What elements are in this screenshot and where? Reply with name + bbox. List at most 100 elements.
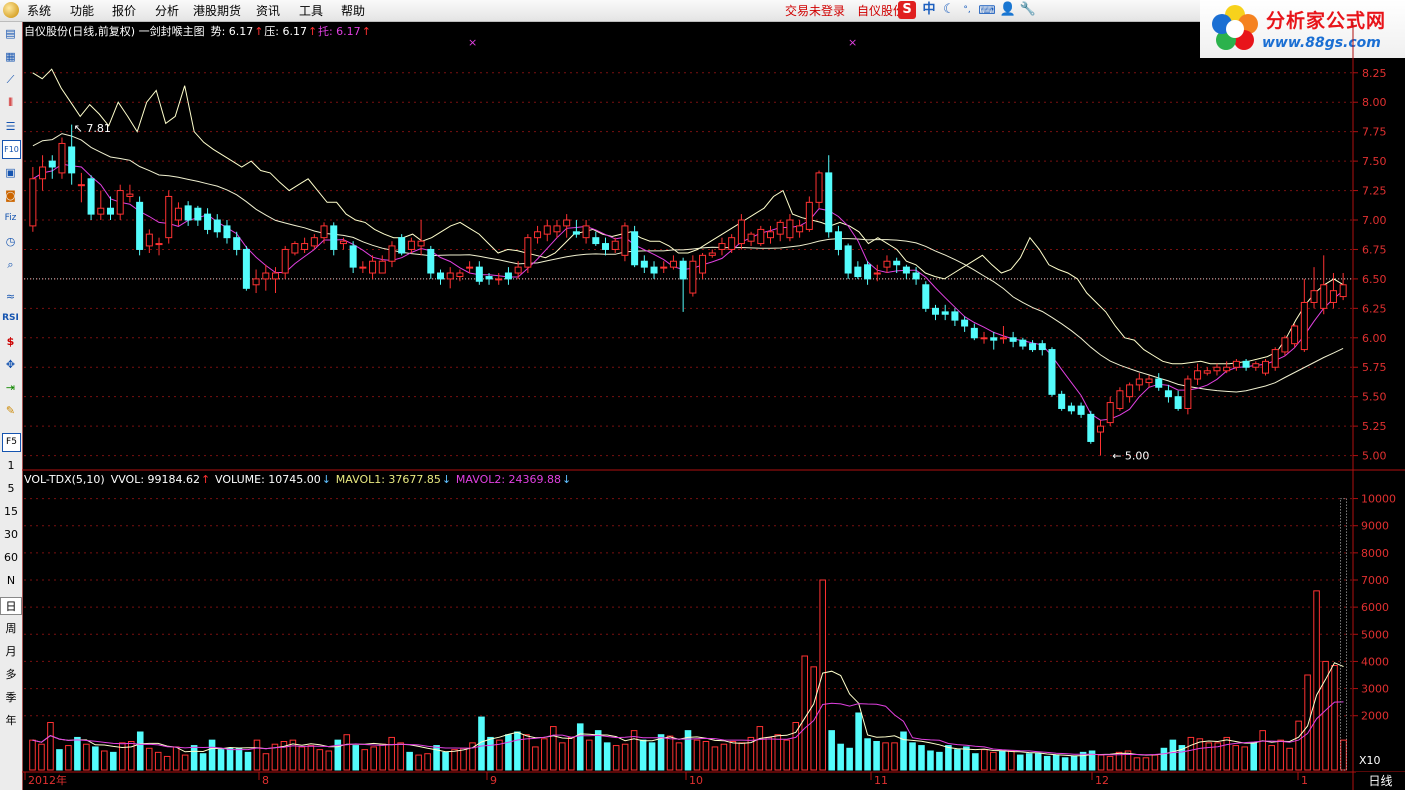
volume-bar <box>927 750 934 771</box>
volume-bar <box>954 749 961 771</box>
volume-bar <box>873 741 880 771</box>
volume-bar <box>702 741 710 771</box>
wave-icon[interactable]: ≈ <box>2 288 19 305</box>
volume-bar <box>1133 757 1141 771</box>
grid-icon[interactable]: ▦ <box>2 48 19 65</box>
line-chart-icon[interactable]: ⟋ <box>2 71 19 88</box>
search-icon[interactable]: ⌕ <box>2 256 19 273</box>
price-tick-label: 8.00 <box>1362 96 1387 109</box>
list-icon[interactable]: ☰ <box>2 118 19 135</box>
volume-bar <box>909 742 916 771</box>
menu-news[interactable]: 资讯 <box>256 2 280 19</box>
period-quarter[interactable]: 季 <box>0 689 22 705</box>
candle-body <box>747 233 755 242</box>
candle-body <box>87 178 95 215</box>
volume-tick-label: 2000 <box>1361 710 1389 723</box>
period-60min[interactable]: 60 <box>0 551 22 564</box>
period-day[interactable]: 日 <box>0 597 22 615</box>
period-1min[interactable]: 1 <box>0 459 22 472</box>
period-week[interactable]: 周 <box>0 620 22 636</box>
f10-icon[interactable]: F10 <box>2 140 21 159</box>
price-indicator: 托: 6.17 <box>318 24 361 38</box>
indicator-arrow: ↑ <box>201 473 210 486</box>
dot-icon[interactable]: °, <box>958 1 976 19</box>
volume-bar <box>648 742 656 771</box>
candle-body <box>1155 378 1163 388</box>
fiz-icon[interactable]: Fiz <box>2 210 19 227</box>
candle-body <box>563 219 571 227</box>
period-multi[interactable]: 多 <box>0 666 22 682</box>
menu-analysis[interactable]: 分析 <box>155 2 179 19</box>
volume-bar <box>415 754 422 771</box>
period-month[interactable]: 月 <box>0 643 22 659</box>
volume-bar <box>550 726 557 771</box>
sina-s-icon[interactable]: S <box>898 1 916 19</box>
volume-bar <box>738 742 746 771</box>
candle-body <box>271 272 280 280</box>
menu-bar: 系统 功能 报价 分析 港股期货 资讯 工具 帮助 交易未登录 自仪股份 S 中… <box>0 0 1200 22</box>
period-year[interactable]: 年 <box>0 712 22 728</box>
volume-bars <box>29 498 1348 771</box>
rsi-icon[interactable]: RSI <box>2 310 19 327</box>
news-icon[interactable]: ▣ <box>2 164 19 181</box>
period-label[interactable]: 日线 <box>1356 772 1405 790</box>
menu-quote[interactable]: 报价 <box>112 2 136 19</box>
volume-bar <box>1052 754 1060 771</box>
menu-tools[interactable]: 工具 <box>299 2 323 19</box>
volume-bar <box>585 739 593 771</box>
candle-body <box>301 243 309 250</box>
wrench-icon[interactable]: 🔧 <box>1019 1 1037 19</box>
pen-icon[interactable]: ✎ <box>2 402 19 419</box>
left-toolbar: ▤ ▦ ⟋ ⫴ ☰ F10 ▣ ◙ Fiz ◷ ⌕ ≈ RSI $ ✥ ⇥ ✎ … <box>0 22 23 790</box>
kline-chart[interactable]: 8.25 8.00 7.75 7.50 7.25 7.00 6.75 6.50 6.25 6.00… <box>22 22 1405 790</box>
menu-system[interactable]: 系统 <box>27 2 51 19</box>
volume-bar <box>406 751 413 771</box>
period-n[interactable]: N <box>0 574 22 587</box>
export-icon[interactable]: ⇥ <box>2 379 19 396</box>
candle-body <box>757 228 765 245</box>
volume-bar <box>190 745 198 771</box>
volume-bar <box>154 751 162 771</box>
menu-hk-futures[interactable]: 港股期货 <box>193 2 241 19</box>
clock-icon[interactable]: ◷ <box>2 233 19 250</box>
price-tick-label: 7.00 <box>1362 214 1387 227</box>
volume-bar <box>1025 753 1033 771</box>
volume-bar <box>855 712 862 771</box>
volume-bar <box>1322 660 1329 771</box>
volume-bar <box>541 738 548 771</box>
period-30min[interactable]: 30 <box>0 528 22 541</box>
price-tick-label: 6.75 <box>1362 243 1387 256</box>
price-tick-label: 8.25 <box>1362 67 1387 80</box>
move-icon[interactable]: ✥ <box>2 356 19 373</box>
volume-bar <box>1232 745 1240 771</box>
info-icon[interactable]: ◙ <box>2 187 19 204</box>
moon-icon[interactable]: ☾ <box>940 1 958 19</box>
volume-tick-label: 10000 <box>1361 493 1396 506</box>
candle-body <box>155 243 163 246</box>
candle-body <box>456 272 464 278</box>
f5-icon[interactable]: F5 <box>2 433 21 452</box>
candle-body <box>514 266 522 274</box>
candle-icon[interactable]: ⫴ <box>2 94 19 111</box>
candle-body <box>1320 284 1328 309</box>
keyboard-icon[interactable]: ⌨ <box>978 1 996 19</box>
candle-body <box>660 266 668 269</box>
volume-bar <box>235 747 243 771</box>
user-icon[interactable]: 👤 <box>999 1 1017 19</box>
month-label: 1 <box>1301 774 1308 787</box>
menu-function[interactable]: 功能 <box>70 2 94 19</box>
candle-body <box>378 260 386 274</box>
menu-help[interactable]: 帮助 <box>341 2 365 19</box>
candle-body <box>611 240 619 250</box>
app-logo-icon[interactable] <box>3 2 19 18</box>
trade-status[interactable]: 交易未登录 <box>785 2 845 19</box>
price-tick-label: 5.75 <box>1362 361 1387 374</box>
report-icon[interactable]: ▤ <box>2 25 19 42</box>
volume-bar <box>56 749 63 771</box>
chinese-input-icon[interactable]: 中 <box>920 1 938 19</box>
candle-body <box>359 266 367 269</box>
period-5min[interactable]: 5 <box>0 482 22 495</box>
period-15min[interactable]: 15 <box>0 505 22 518</box>
volume-bar <box>1106 755 1114 771</box>
dollar-icon[interactable]: $ <box>2 333 19 350</box>
